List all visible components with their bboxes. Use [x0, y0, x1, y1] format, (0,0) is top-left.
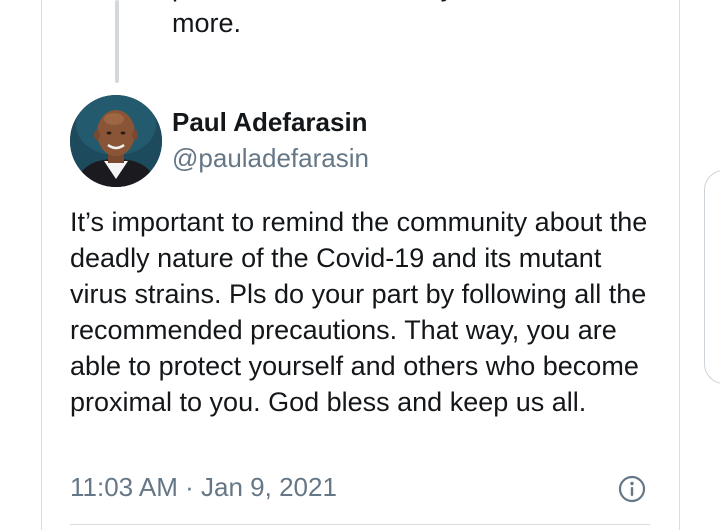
card-border-left — [41, 0, 42, 530]
info-button[interactable] — [618, 475, 646, 503]
side-panel-edge[interactable] — [704, 170, 720, 384]
tweet-text: It’s important to remind the community a… — [70, 207, 648, 417]
profile-photo-icon — [70, 95, 162, 187]
divider — [70, 524, 650, 525]
card-border-right — [679, 0, 680, 530]
tweet-detail-view: pain of his loss but they will feel it a… — [0, 0, 720, 530]
author-handle[interactable]: @pauladefarasin — [172, 142, 369, 174]
avatar[interactable] — [70, 95, 162, 187]
author-display-name[interactable]: Paul Adefarasin — [172, 106, 368, 138]
info-icon — [618, 475, 646, 503]
thread-connector-line — [115, 0, 119, 83]
previous-tweet-text: pain of his loss but they will feel it a… — [172, 0, 630, 38]
tweet-timestamp[interactable]: 11:03 AM · Jan 9, 2021 — [70, 470, 337, 504]
